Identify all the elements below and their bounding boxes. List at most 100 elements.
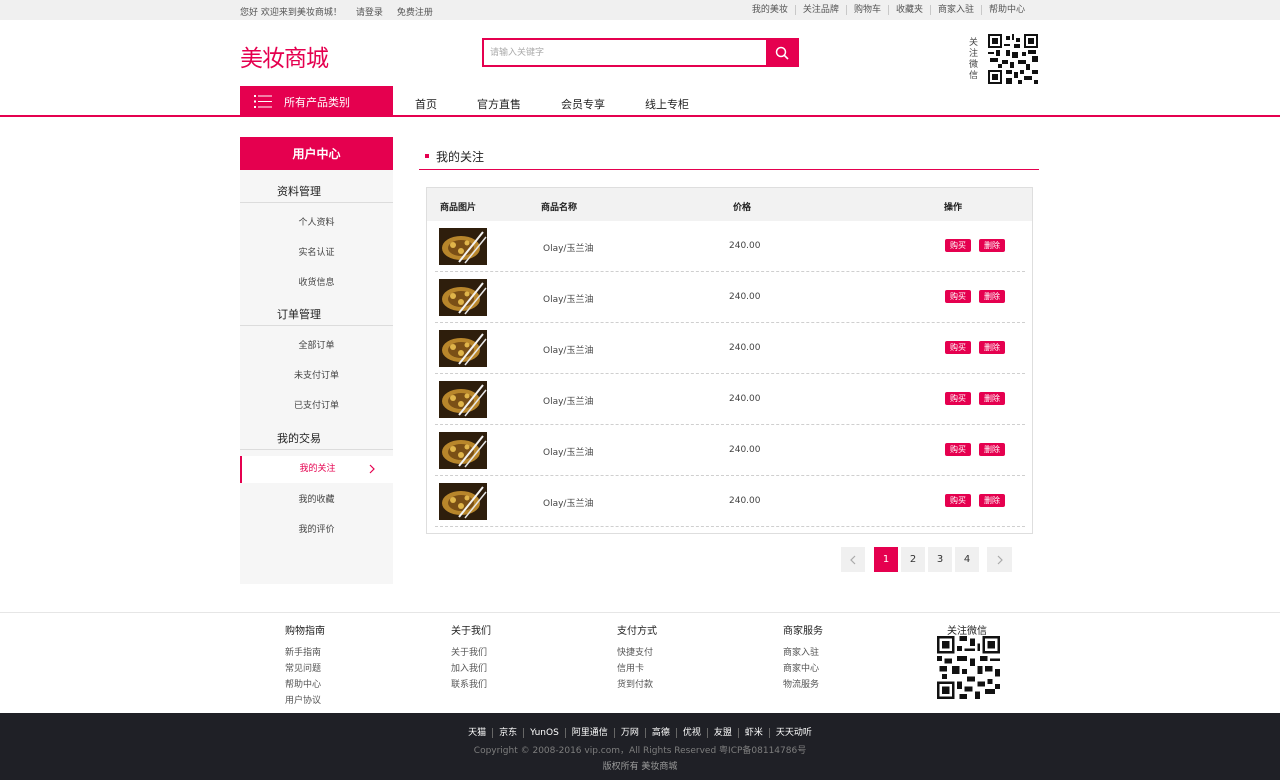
footer-link[interactable]: 商家中心 <box>783 661 823 677</box>
delete-button[interactable]: 删除 <box>979 392 1005 405</box>
footer-col-title: 关于我们 <box>451 626 491 637</box>
partner-link[interactable]: 万网 <box>613 728 645 738</box>
chevron-right-icon <box>997 555 1003 564</box>
product-thumbnail[interactable] <box>439 228 487 265</box>
nav-online-counter[interactable]: 线上专柜 <box>645 96 689 112</box>
search-button[interactable] <box>766 40 797 65</box>
nav-official[interactable]: 官方直售 <box>477 96 521 112</box>
col-header-name: 商品名称 <box>541 203 578 213</box>
footer-link[interactable]: 关于我们 <box>451 645 491 661</box>
sidebar-item-reviews[interactable]: 我的评价 <box>240 519 393 541</box>
footer-link[interactable]: 联系我们 <box>451 677 491 693</box>
footer-link[interactable]: 物流服务 <box>783 677 823 693</box>
sidebar-item-all-orders[interactable]: 全部订单 <box>240 335 393 357</box>
footer-link[interactable]: 商家入驻 <box>783 645 823 661</box>
footer-col-title: 支付方式 <box>617 626 657 637</box>
top-link-help[interactable]: 帮助中心 <box>980 5 1032 15</box>
chevron-right-icon <box>369 456 375 483</box>
sidebar-item-paid-orders[interactable]: 已支付订单 <box>240 395 393 417</box>
site-logo[interactable]: 美妆商城 <box>240 39 329 73</box>
pager-page-1[interactable]: 1 <box>874 547 898 572</box>
partner-link[interactable]: 优视 <box>675 728 707 738</box>
top-link-brands[interactable]: 关注品牌 <box>794 5 846 15</box>
footer-link[interactable]: 新手指南 <box>285 645 325 661</box>
sidebar-item-following[interactable]: 我的关注 <box>240 456 393 483</box>
pager-prev-button[interactable] <box>841 547 865 572</box>
partner-link[interactable]: 京东 <box>492 728 524 738</box>
footer-col-payment: 支付方式 快捷支付 信用卡 货到付款 <box>617 622 657 693</box>
buy-button[interactable]: 购买 <box>945 494 971 507</box>
footer-col-about: 关于我们 关于我们 加入我们 联系我们 <box>451 622 491 693</box>
footer-link[interactable]: 加入我们 <box>451 661 491 677</box>
sidebar-item-verification[interactable]: 实名认证 <box>240 242 393 264</box>
footer-link[interactable]: 用户协议 <box>285 693 325 709</box>
pager-page-2[interactable]: 2 <box>901 547 925 572</box>
partner-link[interactable]: 天猫 <box>462 728 492 738</box>
buy-button[interactable]: 购买 <box>945 341 971 354</box>
product-thumbnail[interactable] <box>439 483 487 520</box>
register-link[interactable]: 免费注册 <box>397 5 433 18</box>
footer-link[interactable]: 信用卡 <box>617 661 657 677</box>
product-name[interactable]: Olay/玉兰油 <box>543 496 593 509</box>
delete-button[interactable]: 删除 <box>979 290 1005 303</box>
buy-button[interactable]: 购买 <box>945 392 971 405</box>
table-header: 商品图片 商品名称 价格 操作 <box>427 188 1032 221</box>
product-name[interactable]: Olay/玉兰油 <box>543 292 593 305</box>
footer-bottom-bar: 天猫 京东 YunOS 阿里通信 万网 高德 优视 友盟 虾米 天天动听 Copyright © … <box>0 713 1280 780</box>
partner-link[interactable]: 高德 <box>644 728 676 738</box>
sidebar-item-profile[interactable]: 个人资料 <box>240 212 393 234</box>
buy-button[interactable]: 购买 <box>945 290 971 303</box>
pager-page-4[interactable]: 4 <box>955 547 979 572</box>
table-row: Olay/玉兰油 240.00 购买 删除 <box>435 425 1025 476</box>
product-thumbnail[interactable] <box>439 432 487 469</box>
table-row: Olay/玉兰油 240.00 购买 删除 <box>435 323 1025 374</box>
all-categories-button[interactable]: 所有产品类别 <box>240 86 393 117</box>
partner-link[interactable]: 阿里通信 <box>564 728 614 738</box>
partner-link[interactable]: 天天动听 <box>768 728 818 738</box>
rights-text: 版权所有 美妆商城 <box>602 762 678 772</box>
login-link[interactable]: 请登录 <box>356 5 383 18</box>
sidebar-item-shipping[interactable]: 收货信息 <box>240 272 393 294</box>
top-link-favorites[interactable]: 收藏夹 <box>887 5 930 15</box>
partner-link[interactable]: 虾米 <box>737 728 769 738</box>
delete-button[interactable]: 删除 <box>979 494 1005 507</box>
product-name[interactable]: Olay/玉兰油 <box>543 445 593 458</box>
top-link-my-account[interactable]: 我的美妆 <box>745 5 795 15</box>
top-link-cart[interactable]: 购物车 <box>845 5 888 15</box>
product-name[interactable]: Olay/玉兰油 <box>543 241 593 254</box>
buy-button[interactable]: 购买 <box>945 443 971 456</box>
delete-button[interactable]: 删除 <box>979 239 1005 252</box>
pager-next-button[interactable] <box>987 547 1012 572</box>
title-marker <box>425 154 429 158</box>
sidebar-title: 用户中心 <box>240 137 393 170</box>
partner-link[interactable]: 友盟 <box>706 728 738 738</box>
sidebar-item-favorites[interactable]: 我的收藏 <box>240 489 393 511</box>
buy-button[interactable]: 购买 <box>945 239 971 252</box>
product-price: 240.00 <box>729 496 761 506</box>
nav-member[interactable]: 会员专享 <box>561 96 605 112</box>
product-name[interactable]: Olay/玉兰油 <box>543 394 593 407</box>
user-center-sidebar: 用户中心 资料管理 个人资料 实名认证 收货信息 订单管理 全部订单 未支付订单… <box>240 137 393 584</box>
pager-page-3[interactable]: 3 <box>928 547 952 572</box>
product-thumbnail[interactable] <box>439 330 487 367</box>
product-price: 240.00 <box>729 292 761 302</box>
nav-home[interactable]: 首页 <box>415 96 437 112</box>
delete-button[interactable]: 删除 <box>979 341 1005 354</box>
search-input[interactable] <box>484 40 766 65</box>
sidebar-group-trades: 我的交易 <box>240 428 393 450</box>
top-link-merchant[interactable]: 商家入驻 <box>929 5 981 15</box>
sidebar-item-unpaid-orders[interactable]: 未支付订单 <box>240 365 393 387</box>
sidebar-group-orders: 订单管理 <box>240 304 393 326</box>
delete-button[interactable]: 删除 <box>979 443 1005 456</box>
col-header-actions: 操作 <box>944 203 963 213</box>
product-name[interactable]: Olay/玉兰油 <box>543 343 593 356</box>
product-thumbnail[interactable] <box>439 381 487 418</box>
partner-link[interactable]: YunOS <box>523 728 565 738</box>
footer-link[interactable]: 帮助中心 <box>285 677 325 693</box>
footer-link[interactable]: 货到付款 <box>617 677 657 693</box>
footer-link[interactable]: 常见问题 <box>285 661 325 677</box>
footer-link[interactable]: 快捷支付 <box>617 645 657 661</box>
search-bar <box>482 38 799 67</box>
product-thumbnail[interactable] <box>439 279 487 316</box>
welcome-text: 您好 欢迎来到美妆商城！ <box>240 8 342 18</box>
